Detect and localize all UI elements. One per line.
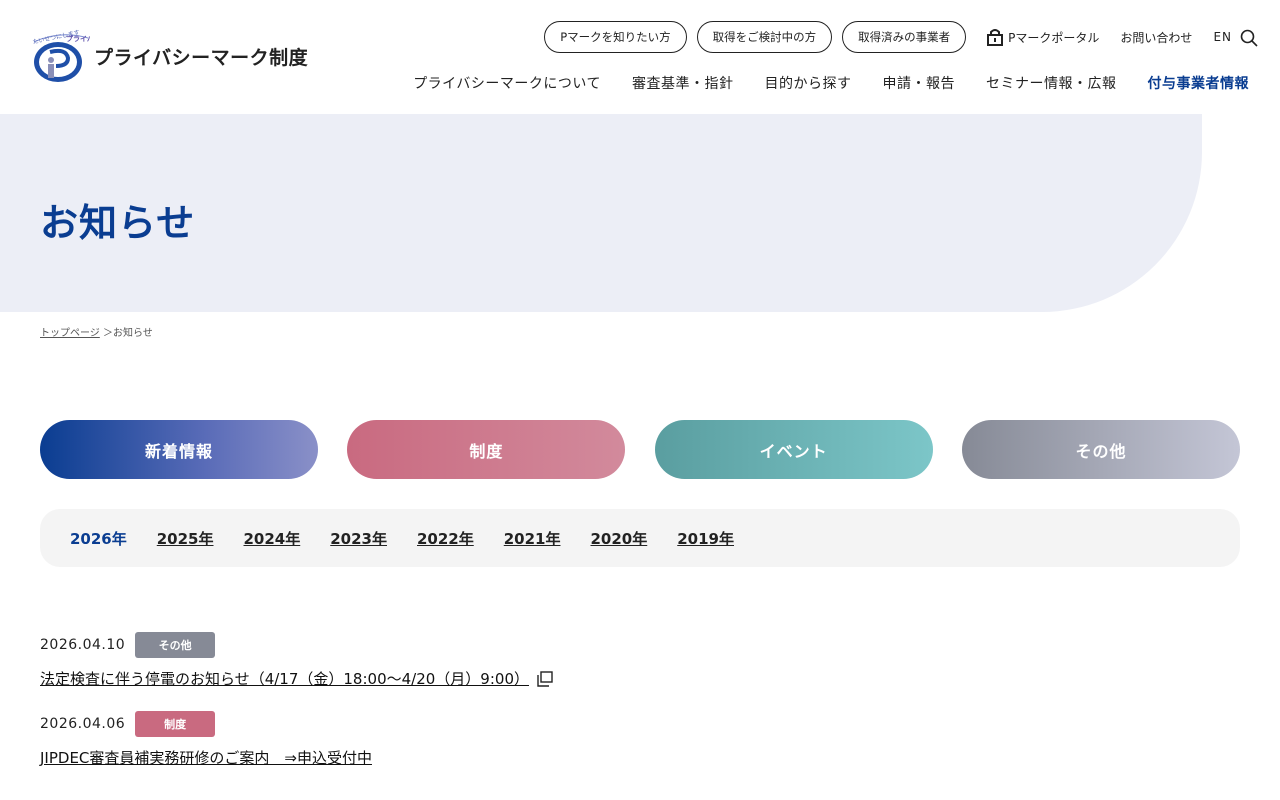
category-other-button[interactable]: その他 [961, 420, 1240, 479]
year-tab-2019[interactable]: 2019年 [677, 528, 734, 549]
privacy-mark-logo-icon: たいせつにします プライバシー [30, 28, 108, 84]
main-nav: プライバシーマークについて 審査基準・指針 目的から探す 申請・報告 セミナー情… [382, 73, 1249, 93]
page-title: お知らせ [40, 201, 196, 245]
site-logo[interactable]: たいせつにします プライバシー プライバシーマーク制度 [30, 28, 308, 84]
link-considering[interactable]: 取得をご検討中の方 [696, 21, 833, 53]
site-header: たいせつにします プライバシー プライバシーマーク制度 Pマークを知りたい方 取… [0, 0, 1280, 114]
link-want-to-know[interactable]: Pマークを知りたい方 [544, 21, 687, 53]
contact-link[interactable]: お問い合わせ [1120, 29, 1192, 46]
portal-link[interactable]: Pマークポータル [986, 28, 1099, 46]
year-tab-2022[interactable]: 2022年 [417, 528, 474, 549]
category-system-button[interactable]: 制度 [347, 420, 626, 479]
nav-about[interactable]: プライバシーマークについて [413, 73, 601, 93]
utility-nav: Pマークを知りたい方 取得をご検討中の方 取得済みの事業者 Pマークポータル お… [534, 21, 1258, 53]
external-window-icon [537, 670, 553, 687]
category-badge: その他 [135, 632, 216, 658]
category-filter: 新着情報 制度 イベント その他 [40, 420, 1240, 479]
breadcrumb: トップページ ＞お知らせ [40, 324, 153, 339]
svg-text:プライバシー: プライバシー [66, 34, 90, 43]
link-certified[interactable]: 取得済みの事業者 [842, 21, 967, 53]
category-event-button[interactable]: イベント [654, 420, 933, 479]
breadcrumb-separator: ＞ [103, 328, 113, 339]
news-link[interactable]: JIPDEC審査員補実務研修のご案内 ⇒申込受付中 [40, 747, 1240, 768]
page-hero: お知らせ [0, 114, 1202, 312]
year-tab-2026[interactable]: 2026年 [70, 528, 127, 549]
category-badge: 制度 [135, 711, 216, 737]
year-tab-2024[interactable]: 2024年 [244, 528, 301, 549]
year-tabs: 2026年 2025年 2024年 2023年 2022年 2021年 2020… [40, 509, 1240, 567]
year-tab-2020[interactable]: 2020年 [591, 528, 648, 549]
news-date: 2026.04.06 [40, 716, 126, 732]
search-icon[interactable] [1240, 29, 1258, 51]
nav-certified-companies[interactable]: 付与事業者情報 [1148, 73, 1250, 93]
nav-by-purpose[interactable]: 目的から探す [765, 73, 852, 93]
news-link[interactable]: 法定検査に伴う停電のお知らせ（4/17（金）18:00～4/20（月）9:00） [40, 668, 1240, 689]
news-meta: 2026.04.06 制度 [40, 711, 1240, 737]
nav-standards[interactable]: 審査基準・指針 [632, 73, 734, 93]
nav-seminar[interactable]: セミナー情報・広報 [986, 73, 1117, 93]
portal-label: Pマークポータル [1008, 30, 1100, 45]
lock-icon [987, 29, 1004, 46]
category-new-button[interactable]: 新着情報 [40, 420, 318, 479]
year-tab-2025[interactable]: 2025年 [157, 528, 214, 549]
news-meta: 2026.04.10 その他 [40, 632, 1240, 658]
news-title: JIPDEC審査員補実務研修のご案内 ⇒申込受付中 [40, 749, 372, 767]
site-title: プライバシーマーク制度 [94, 46, 309, 69]
year-tab-2021[interactable]: 2021年 [504, 528, 561, 549]
year-tab-2023[interactable]: 2023年 [330, 528, 387, 549]
breadcrumb-home[interactable]: トップページ [40, 328, 100, 339]
list-item: 2026.04.06 制度 JIPDEC審査員補実務研修のご案内 ⇒申込受付中 [40, 711, 1240, 768]
news-title: 法定検査に伴う停電のお知らせ（4/17（金）18:00～4/20（月）9:00） [40, 670, 529, 688]
breadcrumb-current: お知らせ [113, 328, 153, 339]
news-date: 2026.04.10 [40, 637, 126, 653]
list-item: 2026.04.10 その他 法定検査に伴う停電のお知らせ（4/17（金）18:… [40, 632, 1240, 689]
language-switch[interactable]: EN [1213, 30, 1232, 44]
nav-application[interactable]: 申請・報告 [883, 73, 956, 93]
news-list: 2026.04.10 その他 法定検査に伴う停電のお知らせ（4/17（金）18:… [40, 632, 1240, 790]
